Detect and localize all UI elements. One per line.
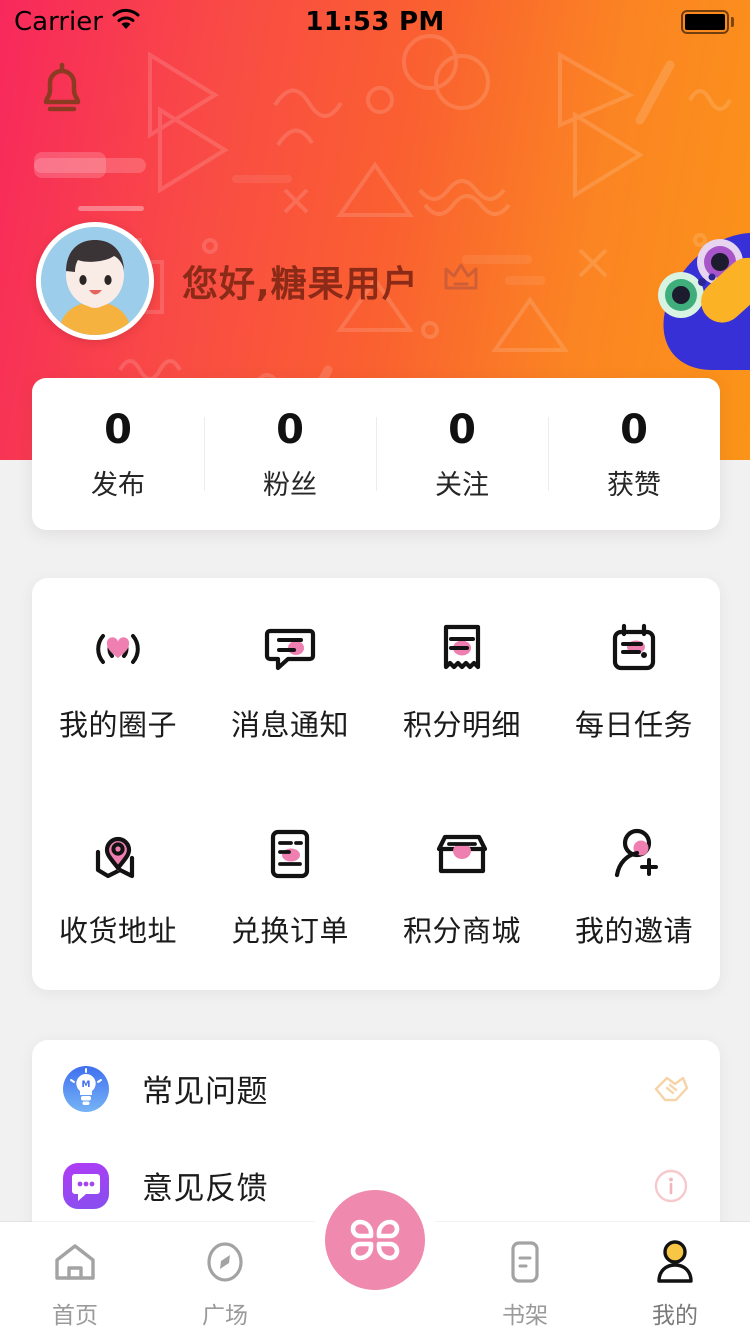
tab-label: 广场 [202, 1303, 248, 1329]
clover-flower-icon[interactable] [325, 1190, 425, 1290]
grid-item-notifications[interactable]: 消息通知 [204, 578, 376, 784]
tab-home[interactable]: 首页 [0, 1222, 150, 1330]
status-bar-right [681, 10, 734, 34]
home-icon [52, 1238, 98, 1286]
stat-value: 0 [276, 406, 304, 453]
grid-item-points-detail[interactable]: 积分明细 [376, 578, 548, 784]
broadcast-heart-icon [87, 618, 149, 680]
tab-label: 首页 [52, 1303, 98, 1329]
tab-label: 我的 [652, 1303, 698, 1329]
grid-item-my-invite[interactable]: 我的邀请 [548, 784, 720, 990]
greeting-row: 您好,糖果用户 [182, 255, 481, 307]
stat-value: 0 [448, 406, 476, 453]
map-pin-icon [87, 824, 149, 886]
receipt-icon [431, 618, 493, 680]
chat-dots-icon [60, 1160, 112, 1212]
grid-item-address[interactable]: 收货地址 [32, 784, 204, 990]
grid-item-label: 我的邀请 [574, 914, 693, 948]
stat-posts[interactable]: 0 发布 [32, 407, 204, 502]
bookshelf-icon [505, 1238, 545, 1286]
tab-label: 书架 [502, 1303, 548, 1329]
stat-label: 发布 [91, 469, 145, 501]
order-document-icon [259, 824, 321, 886]
grid-item-daily-task[interactable]: 每日任务 [548, 578, 720, 784]
profile-screen: 您好,糖果用户 Carrier 11:53 PM 0 发布 0 粉丝 0 关注 … [0, 0, 750, 1334]
grid-item-label: 兑换订单 [230, 914, 349, 948]
grid-item-label: 收货地址 [58, 914, 177, 948]
stats-card: 0 发布 0 粉丝 0 关注 0 获赞 [32, 378, 720, 530]
grid-item-label: 积分商城 [402, 914, 521, 948]
tab-profile[interactable]: 我的 [600, 1222, 750, 1330]
profile-icon [653, 1238, 697, 1286]
tab-plaza[interactable]: 广场 [150, 1222, 300, 1330]
calendar-icon [603, 618, 665, 680]
lightbulb-icon: M [60, 1063, 112, 1115]
quick-actions-grid: 我的圈子 消息通知 积分明细 每日任务 收货地址 兑换订单 积分商城 我的邀请 [32, 578, 720, 990]
profile-summary[interactable]: 您好,糖果用户 [36, 222, 481, 340]
stat-following[interactable]: 0 关注 [376, 407, 548, 502]
list-item-label: 常见问题 [142, 1074, 268, 1110]
status-bar: Carrier 11:53 PM [0, 0, 750, 44]
compass-icon [203, 1238, 247, 1286]
stat-label: 粉丝 [263, 469, 317, 501]
deco-pill-2 [34, 152, 106, 178]
stat-value: 0 [104, 406, 132, 453]
grid-item-label: 消息通知 [230, 708, 349, 742]
grid-item-exchange-order[interactable]: 兑换订单 [204, 784, 376, 990]
list-item-faq[interactable]: M 常见问题 [32, 1040, 720, 1137]
bell-icon[interactable] [34, 58, 90, 124]
deco-line-1 [78, 206, 144, 211]
stat-value: 0 [620, 406, 648, 453]
message-bubble-icon [259, 618, 321, 680]
handshake-icon [652, 1070, 690, 1108]
grid-item-label: 每日任务 [574, 708, 693, 742]
tab-bookshelf[interactable]: 书架 [450, 1222, 600, 1330]
svg-text:M: M [82, 1080, 91, 1090]
mascot-bird-icon [640, 225, 750, 374]
list-item-label: 意见反馈 [142, 1171, 268, 1207]
info-circle-icon [652, 1167, 690, 1205]
grid-item-my-circle[interactable]: 我的圈子 [32, 578, 204, 784]
stat-fans[interactable]: 0 粉丝 [204, 407, 376, 502]
user-plus-icon [603, 824, 665, 886]
crown-icon[interactable] [441, 260, 481, 303]
avatar[interactable] [36, 222, 154, 340]
stat-label: 获赞 [607, 469, 661, 501]
stat-likes[interactable]: 0 获赞 [548, 407, 720, 502]
battery-full-icon [681, 10, 729, 34]
grid-item-label: 我的圈子 [58, 708, 177, 742]
stat-label: 关注 [435, 469, 489, 501]
grid-item-label: 积分明细 [402, 708, 521, 742]
status-bar-time: 11:53 PM [305, 7, 445, 37]
bottom-tab-bar: 首页 广场 书架 我的 [0, 1178, 750, 1334]
greeting-text: 您好,糖果用户 [182, 264, 419, 305]
battery-nub [731, 17, 734, 27]
grid-item-points-mall[interactable]: 积分商城 [376, 784, 548, 990]
store-icon [431, 824, 493, 886]
